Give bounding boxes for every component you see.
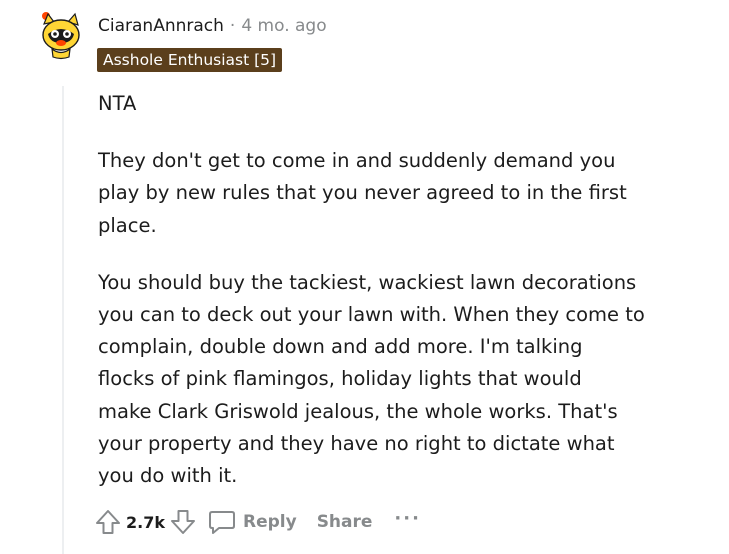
comment-line: flocks of pink flamingos, holiday lights… [98,367,582,391]
comment-paragraph: You should buy the tackiest, wackiest la… [98,267,698,492]
comment-actions: 2.7k Reply Share ··· [94,504,421,540]
comment-line: complain, double down and add more. I'm … [98,335,583,359]
comment-line: NTA [98,92,137,115]
reply-button[interactable]: Reply [207,508,297,536]
comment-body: NTA They don't get to come in and sudden… [98,88,698,492]
user-flair: Asshole Enthusiast [5] [97,48,283,72]
reply-bubble-icon [208,511,235,534]
thread-line[interactable] [62,86,64,554]
share-button[interactable]: Share [317,512,373,532]
downvote-icon [170,510,195,534]
comment-line: play by new rules that you never agreed … [98,181,627,205]
comment-paragraph: They don't get to come in and suddenly d… [98,145,698,242]
comment-line: make Clark Griswold jealous, the whole w… [98,399,618,423]
upvote-icon [96,510,120,534]
avatar-icon [42,12,80,60]
comment-line: place. [98,213,157,237]
meta-separator: · [229,16,236,36]
upvote-button[interactable] [94,508,122,536]
comment-line: you do with it. [98,464,238,488]
comment-line: you can to deck out your lawn with. When… [98,303,645,327]
reply-label: Reply [242,512,297,532]
user-avatar[interactable] [38,10,84,60]
vote-score: 2.7k [126,512,165,532]
comment-line: You should buy the tackiest, wackiest la… [98,270,637,294]
comment-meta: CiaranAnnrach · 4 mo. ago [98,16,327,36]
timestamp-link[interactable]: 4 mo. ago [241,16,326,36]
comment-line: your property and they have no right to … [98,431,615,455]
username-link[interactable]: CiaranAnnrach [98,16,224,36]
downvote-button[interactable] [169,508,197,536]
comment-paragraph: NTA [98,88,698,120]
comment-line: They don't get to come in and suddenly d… [98,149,616,173]
more-options-button[interactable]: ··· [394,508,421,529]
